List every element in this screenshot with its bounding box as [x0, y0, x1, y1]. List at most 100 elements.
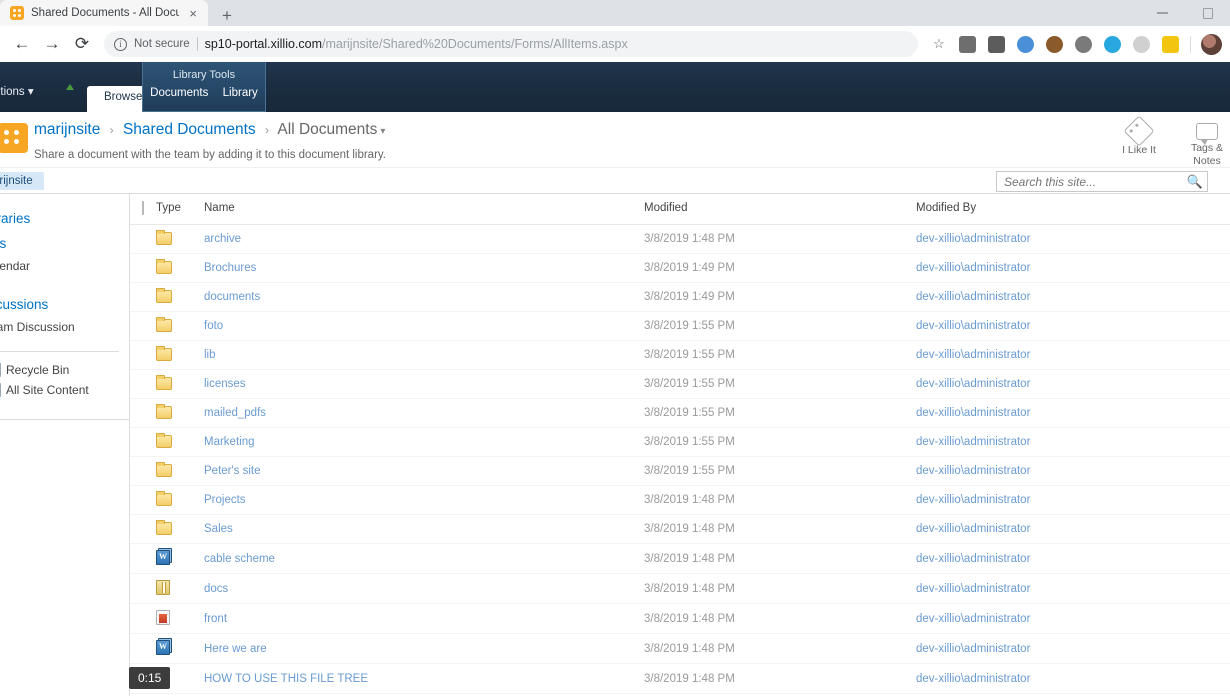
extension-gray-icon[interactable] [1075, 36, 1092, 53]
document-link[interactable]: Here we are [204, 643, 267, 655]
document-link[interactable]: documents [204, 291, 260, 303]
sidebar-item-team-discussion[interactable]: eam Discussion [0, 317, 129, 337]
breadcrumb-library[interactable]: Shared Documents [123, 121, 256, 138]
tab-library[interactable]: Library [223, 87, 258, 99]
modified-by-link[interactable]: dev-xillio\administrator [916, 465, 1030, 477]
modified-by-link[interactable]: dev-xillio\administrator [916, 673, 1030, 685]
modified-by-link[interactable]: dev-xillio\administrator [916, 349, 1030, 361]
search-input[interactable] [997, 175, 1183, 189]
modified-by-link[interactable]: dev-xillio\administrator [916, 583, 1030, 595]
modified-by-link[interactable]: dev-xillio\administrator [916, 320, 1030, 332]
extension-blue-icon[interactable] [1017, 36, 1034, 53]
document-link[interactable]: HOW TO USE THIS FILE TREE [204, 673, 368, 685]
document-link[interactable]: Brochures [204, 262, 256, 274]
table-row[interactable]: archive3/8/2019 1:48 PMdev-xillio\admini… [130, 225, 1230, 254]
tab-documents[interactable]: Documents [150, 87, 208, 99]
table-row[interactable]: Manual3/8/2019 1:48 PMdev-xillio\adminis… [130, 694, 1230, 698]
search-icon[interactable]: 🔍 [1183, 174, 1207, 190]
modified-by-link[interactable]: dev-xillio\administrator [916, 291, 1030, 303]
table-row[interactable]: lib3/8/2019 1:55 PMdev-xillio\administra… [130, 341, 1230, 370]
table-row[interactable]: Sales3/8/2019 1:48 PMdev-xillio\administ… [130, 515, 1230, 544]
new-tab-button[interactable]: + [222, 7, 232, 24]
modified-by-link[interactable]: dev-xillio\administrator [916, 643, 1030, 655]
sidebar-item-discussions[interactable]: iscussions [0, 292, 129, 317]
extension-grammarly-icon[interactable] [988, 36, 1005, 53]
modified-by-link[interactable]: dev-xillio\administrator [916, 494, 1030, 506]
document-link[interactable]: cable scheme [204, 553, 275, 565]
document-link[interactable]: archive [204, 233, 241, 245]
table-row[interactable]: front3/8/2019 1:48 PMdev-xillio\administ… [130, 604, 1230, 634]
modified-by-link[interactable]: dev-xillio\administrator [916, 233, 1030, 245]
document-link[interactable]: mailed_pdfs [204, 407, 266, 419]
extension-lightgray-icon[interactable] [1133, 36, 1150, 53]
reload-icon[interactable]: ⟳ [68, 30, 96, 58]
forward-icon[interactable]: → [38, 30, 66, 58]
breadcrumb-site[interactable]: marijnsite [34, 121, 100, 138]
column-modified[interactable]: Modified [644, 194, 916, 225]
maximize-icon[interactable] [1185, 0, 1230, 26]
site-actions-menu[interactable]: e Actions ▾ [0, 84, 34, 98]
table-row[interactable]: mailed_pdfs3/8/2019 1:55 PMdev-xillio\ad… [130, 399, 1230, 428]
info-icon[interactable]: i [114, 38, 127, 51]
extension-brown-icon[interactable] [1046, 36, 1063, 53]
table-row[interactable]: Peter's site3/8/2019 1:55 PMdev-xillio\a… [130, 457, 1230, 486]
document-link[interactable]: Peter's site [204, 465, 261, 477]
document-link[interactable]: docs [204, 583, 228, 595]
column-modified-by[interactable]: Modified By [916, 194, 1230, 225]
address-bar[interactable]: i Not secure sp10-portal.xillio.com/mari… [104, 31, 918, 57]
row-type-cell [156, 312, 204, 341]
back-icon[interactable]: ← [8, 30, 36, 58]
table-row[interactable]: Here we are3/8/2019 1:48 PMdev-xillio\ad… [130, 634, 1230, 664]
document-link[interactable]: front [204, 613, 227, 625]
document-link[interactable]: Projects [204, 494, 246, 506]
sidebar-item-lists[interactable]: ists [0, 231, 129, 256]
minimize-icon[interactable] [1140, 0, 1185, 26]
table-row[interactable]: foto 3/8/2019 1:55 PMdev-xillio\administr… [130, 312, 1230, 341]
column-type[interactable]: Type [156, 194, 204, 225]
document-link[interactable]: Marketing [204, 436, 255, 448]
document-link[interactable]: Sales [204, 523, 233, 535]
sidebar-item-all-site-content[interactable]: All Site Content [0, 380, 129, 400]
row-modified-cell: 3/8/2019 1:55 PM [644, 312, 916, 341]
select-all-checkbox[interactable] [142, 201, 144, 215]
toolbar-divider [1190, 36, 1191, 53]
table-row[interactable]: HOW TO USE THIS FILE TREE3/8/2019 1:48 P… [130, 664, 1230, 694]
table-row[interactable]: Marketing3/8/2019 1:55 PMdev-xillio\admi… [130, 428, 1230, 457]
sidebar-item-calendar[interactable]: alendar [0, 256, 129, 276]
table-row[interactable]: cable scheme3/8/2019 1:48 PMdev-xillio\a… [130, 544, 1230, 574]
row-modified-by-cell: dev-xillio\administrator [916, 312, 1230, 341]
table-row[interactable]: Projects3/8/2019 1:48 PMdev-xillio\admin… [130, 486, 1230, 515]
extension-1-icon[interactable] [959, 36, 976, 53]
modified-by-link[interactable]: dev-xillio\administrator [916, 262, 1030, 274]
breadcrumb-view[interactable]: All Documents [277, 121, 377, 138]
sidebar-item-libraries[interactable]: ibraries [0, 206, 129, 231]
modified-by-link[interactable]: dev-xillio\administrator [916, 378, 1030, 390]
modified-by-link[interactable]: dev-xillio\administrator [916, 436, 1030, 448]
table-row[interactable]: Brochures3/8/2019 1:49 PMdev-xillio\admi… [130, 254, 1230, 283]
modified-by-link[interactable]: dev-xillio\administrator [916, 523, 1030, 535]
navigate-up-icon[interactable] [62, 84, 78, 98]
document-link[interactable]: lib [204, 349, 216, 361]
table-row[interactable]: licenses3/8/2019 1:55 PMdev-xillio\admin… [130, 370, 1230, 399]
table-row[interactable]: docs3/8/2019 1:48 PMdev-xillio\administr… [130, 574, 1230, 604]
search-box[interactable]: 🔍 [996, 171, 1208, 192]
avatar[interactable] [1201, 34, 1222, 55]
i-like-it-button[interactable]: I Like It [1116, 120, 1162, 167]
document-link[interactable]: foto [204, 320, 223, 332]
chevron-down-icon[interactable]: ▾ [380, 126, 385, 137]
modified-by-link[interactable]: dev-xillio\administrator [916, 407, 1030, 419]
modified-by-link[interactable]: dev-xillio\administrator [916, 613, 1030, 625]
sidebar-item-site-tab[interactable]: arijnsite [0, 172, 44, 190]
document-link[interactable]: licenses [204, 378, 246, 390]
tag-smiley-icon [1123, 115, 1154, 146]
browser-tab[interactable]: Shared Documents - All Docume × [0, 0, 208, 26]
table-row[interactable]: documents3/8/2019 1:49 PMdev-xillio\admi… [130, 283, 1230, 312]
close-icon[interactable]: × [186, 6, 200, 21]
extension-yellow-icon[interactable] [1162, 36, 1179, 53]
tags-and-notes-button[interactable]: Tags &Notes [1184, 120, 1230, 167]
modified-by-link[interactable]: dev-xillio\administrator [916, 553, 1030, 565]
extension-cyan-icon[interactable] [1104, 36, 1121, 53]
bookmark-star-icon[interactable]: ☆ [926, 31, 952, 57]
column-name[interactable]: Name [204, 194, 644, 225]
sidebar-item-recycle-bin[interactable]: Recycle Bin [0, 360, 129, 380]
